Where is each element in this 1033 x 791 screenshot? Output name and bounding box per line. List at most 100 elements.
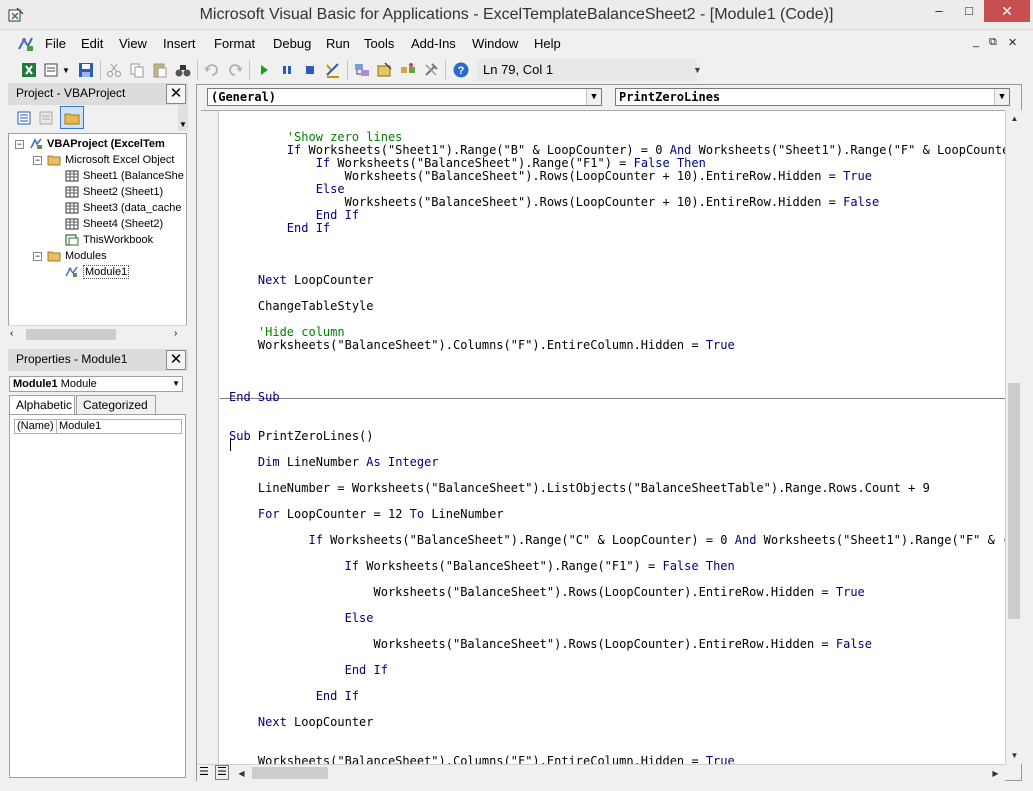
chevron-down-icon[interactable]: ▼	[586, 89, 601, 105]
chevron-down-icon[interactable]: ▼	[994, 89, 1009, 105]
properties-pane-close-button[interactable]: ✕	[166, 350, 186, 370]
scroll-thumb[interactable]	[1008, 383, 1020, 619]
find-icon[interactable]	[174, 61, 192, 79]
code-vscrollbar[interactable]: ▲ ▼	[1005, 110, 1022, 764]
code-line[interactable]: End If	[229, 664, 388, 677]
copy-icon[interactable]	[128, 61, 146, 79]
project-explorer-icon[interactable]	[353, 61, 371, 79]
menu-file[interactable]: File	[45, 36, 66, 51]
code-line[interactable]: End If	[229, 690, 359, 703]
margin-indicator-bar[interactable]	[201, 111, 219, 764]
full-module-view-icon[interactable]: ☰	[215, 765, 229, 780]
toolbox-icon[interactable]	[422, 61, 440, 79]
menu-run[interactable]: Run	[326, 36, 350, 51]
scroll-right-icon[interactable]: ›	[174, 328, 177, 339]
mdi-restore-button[interactable]: ⧉	[989, 36, 997, 49]
code-line[interactable]: Worksheets("BalanceSheet").Rows(LoopCoun…	[229, 638, 872, 651]
menu-debug[interactable]: Debug	[273, 36, 311, 51]
scroll-left-icon[interactable]: ‹	[10, 328, 13, 339]
scroll-down-icon[interactable]: ▼	[1006, 747, 1023, 764]
save-icon[interactable]	[77, 61, 95, 79]
menu-add-ins[interactable]: Add-Ins	[411, 36, 456, 51]
design-mode-icon[interactable]	[324, 61, 342, 79]
help-icon[interactable]: ?	[452, 61, 470, 79]
tree-node-sheet1[interactable]: Sheet1 (BalanceShe	[65, 168, 184, 184]
tree-node-sheet3[interactable]: Sheet3 (data_cache	[65, 200, 181, 216]
code-line[interactable]: For LoopCounter = 12 To LineNumber	[229, 508, 504, 521]
scroll-thumb[interactable]	[26, 329, 116, 340]
mdi-close-button[interactable]: ✕	[1008, 36, 1017, 49]
tab-categorized[interactable]: Categorized	[76, 395, 156, 415]
toolbar-options-icon[interactable]: ▼	[693, 65, 702, 81]
code-line[interactable]: Next LoopCounter	[229, 716, 374, 729]
root-collapse-toggle[interactable]: −	[15, 140, 24, 149]
project-scroll-down-icon[interactable]: ▼	[178, 105, 188, 131]
close-window-button[interactable]: ✕	[984, 0, 1030, 22]
code-line[interactable]: Worksheets("BalanceSheet").Columns("F").…	[229, 755, 735, 765]
project-pane-close-button[interactable]: ✕	[166, 84, 186, 104]
scroll-thumb[interactable]	[252, 767, 328, 779]
code-hscrollbar[interactable]: ☰ ☰ ◀ ▶	[197, 764, 1005, 781]
tree-node-module1[interactable]: Module1	[65, 264, 130, 280]
scroll-left-icon[interactable]: ◀	[233, 765, 250, 782]
object-combo[interactable]: (General) ▼	[207, 88, 602, 106]
tree-node-vbaproject[interactable]: VBAProject (ExcelTem	[29, 136, 165, 152]
menu-edit[interactable]: Edit	[81, 36, 103, 51]
code-line[interactable]: Else	[229, 612, 374, 625]
objects-collapse-toggle[interactable]: −	[33, 156, 42, 165]
code-line[interactable]: If Worksheets("BalanceSheet").Range("C" …	[229, 534, 1005, 547]
procedure-view-icon[interactable]: ☰	[199, 765, 209, 778]
vba-module-icon[interactable]	[16, 35, 36, 53]
object-browser-icon[interactable]	[399, 61, 417, 79]
mdi-minimize-button[interactable]: _	[973, 36, 979, 48]
maximize-window-button[interactable]: □	[954, 0, 984, 22]
redo-icon[interactable]	[226, 61, 244, 79]
minimize-window-button[interactable]: –	[924, 0, 954, 22]
paste-icon[interactable]	[151, 61, 169, 79]
toggle-folders-button[interactable]	[60, 106, 84, 129]
tree-node-excel-objects[interactable]: Microsoft Excel Object	[47, 152, 174, 168]
project-tree-hscrollbar[interactable]: ‹ ›	[8, 325, 187, 343]
code-line[interactable]: LineNumber = Worksheets("BalanceSheet").…	[229, 482, 930, 495]
run-icon[interactable]	[255, 61, 273, 79]
insert-module-icon[interactable]	[43, 61, 61, 79]
tab-alphabetic[interactable]: Alphabetic	[9, 395, 75, 416]
view-object-icon[interactable]	[38, 110, 54, 126]
code-editor[interactable]: 'Show zero lines If Worksheets("Sheet1")…	[201, 110, 1005, 764]
code-line[interactable]: Dim LineNumber As Integer	[229, 456, 439, 469]
code-line[interactable]: Worksheets("BalanceSheet").Rows(LoopCoun…	[229, 586, 864, 599]
code-line[interactable]: Sub PrintZeroLines()	[229, 430, 374, 443]
reset-icon[interactable]	[301, 61, 319, 79]
view-excel-icon[interactable]	[20, 61, 38, 79]
tree-node-modules[interactable]: Modules	[47, 248, 107, 264]
object-type: Module	[60, 378, 97, 390]
code-line[interactable]: Worksheets("BalanceSheet").Columns("F").…	[229, 339, 735, 352]
tree-node-sheet4[interactable]: Sheet4 (Sheet2)	[65, 216, 163, 232]
properties-icon[interactable]	[376, 61, 394, 79]
procedure-combo[interactable]: PrintZeroLines ▼	[615, 88, 1010, 106]
modules-collapse-toggle[interactable]: −	[33, 252, 42, 261]
property-row-name[interactable]: (Name) Module1	[14, 419, 182, 434]
scroll-up-icon[interactable]: ▲	[1006, 110, 1023, 127]
property-value[interactable]: Module1	[59, 420, 101, 433]
properties-object-select[interactable]: Module1 Module ▼	[9, 376, 183, 392]
break-icon[interactable]	[278, 61, 296, 79]
menu-view[interactable]: View	[119, 36, 147, 51]
undo-icon[interactable]	[203, 61, 221, 79]
view-code-icon[interactable]	[16, 110, 32, 126]
code-line[interactable]: End If	[229, 222, 330, 235]
tree-item-label: Sheet4 (Sheet2)	[83, 218, 164, 230]
scroll-right-icon[interactable]: ▶	[987, 765, 1004, 782]
menu-window[interactable]: Window	[472, 36, 518, 51]
tree-node-sheet2[interactable]: Sheet2 (Sheet1)	[65, 184, 163, 200]
menu-help[interactable]: Help	[534, 36, 561, 51]
code-line[interactable]: If Worksheets("BalanceSheet").Range("F1"…	[229, 560, 735, 573]
menu-format[interactable]: Format	[214, 36, 255, 51]
tree-node-thisworkbook[interactable]: ThisWorkbook	[65, 232, 153, 248]
code-line[interactable]: End Sub	[229, 391, 280, 404]
code-line[interactable]: ChangeTableStyle	[229, 300, 374, 313]
code-line[interactable]: Next LoopCounter	[229, 274, 374, 287]
menu-insert[interactable]: Insert	[163, 36, 196, 51]
menu-tools[interactable]: Tools	[364, 36, 394, 51]
cut-icon[interactable]	[105, 61, 123, 79]
